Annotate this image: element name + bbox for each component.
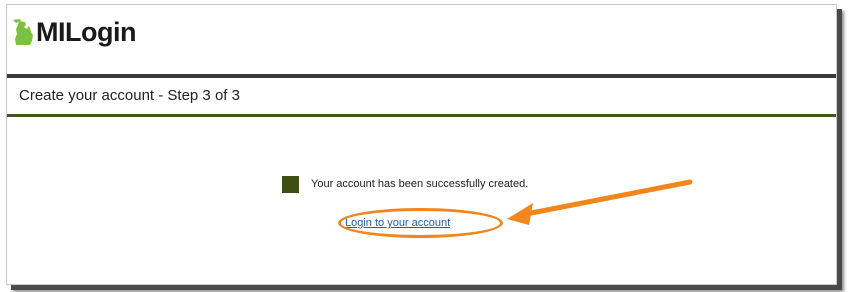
screenshot-frame: MILogin Create your account - Step 3 of … — [6, 4, 837, 285]
arrow-annotation-icon — [507, 179, 693, 225]
